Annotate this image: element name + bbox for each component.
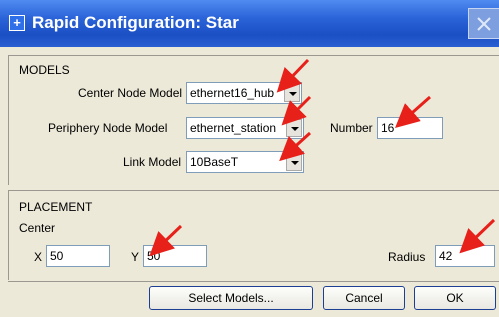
arrow-icon bbox=[276, 58, 310, 93]
arrow-icon bbox=[149, 224, 183, 257]
arrow-icon bbox=[395, 95, 431, 128]
arrow-icon bbox=[459, 218, 496, 254]
arrow-icon bbox=[279, 131, 312, 162]
annotation-arrows bbox=[149, 58, 496, 257]
arrow-icon bbox=[281, 95, 312, 126]
